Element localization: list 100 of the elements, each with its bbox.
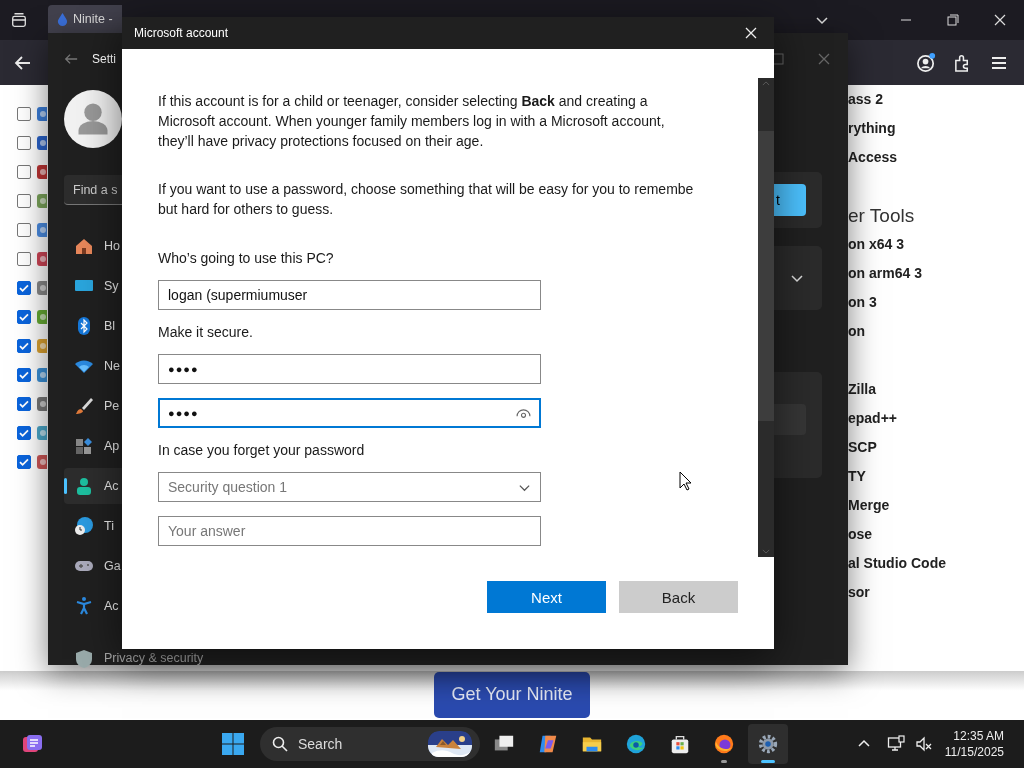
- checkbox[interactable]: [17, 338, 31, 353]
- nav-item[interactable]: Sy: [64, 268, 122, 304]
- app-name: TY: [848, 467, 867, 486]
- app-name: ass 2: [848, 90, 885, 109]
- field-label: Who’s going to use this PC?: [158, 250, 335, 266]
- app-name: Zilla: [848, 380, 877, 399]
- input-field[interactable]: logan (supermiumuser: [158, 280, 541, 310]
- input-field[interactable]: ●●●●: [158, 354, 541, 384]
- browser-tab[interactable]: Ninite -: [48, 5, 122, 33]
- swirl-icon: [625, 733, 647, 755]
- mouse-cursor-icon: [679, 471, 692, 491]
- app-name: on 3: [848, 293, 878, 312]
- checkbox[interactable]: [17, 396, 31, 411]
- nav-item[interactable]: Ac: [64, 588, 122, 624]
- search-field[interactable]: Search: [260, 727, 480, 761]
- start-icon[interactable]: [221, 732, 245, 756]
- app-icon: [36, 105, 47, 122]
- nav-item[interactable]: Ti: [64, 508, 122, 544]
- shield-icon: [74, 648, 94, 669]
- speaker-muted-icon[interactable]: [914, 735, 933, 753]
- monitor-icon[interactable]: [886, 735, 905, 753]
- drop-icon: [57, 12, 68, 26]
- nav-item[interactable]: Ga: [64, 548, 122, 584]
- nav-item[interactable]: Ho: [64, 228, 122, 264]
- gear-icon: [757, 733, 779, 755]
- scrollbar-thumb[interactable]: [758, 131, 774, 421]
- section-heading: er Tools: [848, 204, 916, 228]
- input-field[interactable]: Your answer: [158, 516, 541, 546]
- checkbox[interactable]: [17, 251, 31, 266]
- checkbox[interactable]: [17, 135, 31, 150]
- app-name: on x64 3: [848, 235, 906, 254]
- clock-date: 11/15/2025: [944, 744, 1004, 760]
- app-icon: [36, 424, 47, 441]
- paragraph: If this account is for a child or teenager, consider selecting Back and creating a Microsoft account. When younger family members log in with a Microsoft account, they’ll have privacy protections focused on their age.: [158, 92, 666, 151]
- window-title: Setti: [92, 52, 116, 66]
- app-name: al Studio Code: [848, 554, 946, 573]
- avatar: [64, 89, 122, 149]
- field-label: In case you forget your password: [158, 442, 366, 458]
- clock-icon: [74, 516, 94, 536]
- app-icon: [36, 366, 47, 383]
- app-icon: [36, 453, 47, 470]
- globe-icon: [713, 733, 735, 755]
- back-arrow-icon[interactable]: [14, 53, 32, 72]
- get-ninite-button[interactable]: Get Your Ninite: [434, 671, 590, 718]
- app-icon: [36, 221, 47, 238]
- app-name: rything: [848, 119, 897, 138]
- app-name: sor: [848, 583, 871, 602]
- next-button[interactable]: Next: [487, 581, 606, 613]
- app-name: epad++: [848, 409, 899, 428]
- nav-item[interactable]: Ac: [64, 468, 122, 504]
- app-icon: [36, 395, 47, 412]
- checkbox[interactable]: [17, 425, 31, 440]
- paragraph: If you want to use a password, choose something that will be easy for you to remembe but hard for others to guess.: [158, 180, 695, 219]
- app-icon: [36, 308, 47, 325]
- clock-time: 12:35 AM: [953, 728, 1004, 744]
- scrollbar[interactable]: [758, 78, 774, 557]
- app-name: on: [848, 322, 867, 341]
- person-icon: [74, 476, 94, 496]
- maximize-icon[interactable]: [946, 13, 960, 27]
- brush-icon: [74, 396, 94, 416]
- checkbox[interactable]: [17, 280, 31, 295]
- checkbox[interactable]: [17, 367, 31, 382]
- nav-item[interactable]: Pe: [64, 388, 122, 424]
- app-name: on arm64 3: [848, 264, 923, 283]
- nav-item[interactable]: Ne: [64, 348, 122, 384]
- back-button[interactable]: Back: [619, 581, 738, 613]
- eye-icon[interactable]: [516, 407, 531, 419]
- panel-button[interactable]: t: [774, 184, 806, 216]
- app-icon: [36, 250, 47, 267]
- checkbox[interactable]: [17, 164, 31, 179]
- accessibility-icon: [74, 596, 94, 616]
- nav-item[interactable]: Ap: [64, 428, 122, 464]
- nav-item[interactable]: Privacy & security: [64, 651, 348, 666]
- app-icon: [36, 279, 47, 296]
- apps-icon: [74, 436, 94, 456]
- search-field[interactable]: Find a s: [64, 175, 122, 205]
- app-icon: [36, 337, 47, 354]
- taskbar-button[interactable]: [748, 724, 788, 764]
- maximize-icon[interactable]: [772, 53, 784, 65]
- shopping-bag-icon: [669, 733, 691, 755]
- account-icon[interactable]: [916, 52, 937, 73]
- checkbox[interactable]: [17, 222, 31, 237]
- app-icon: [36, 192, 47, 209]
- app-name: Access: [848, 148, 899, 167]
- tab-list-icon[interactable]: [10, 11, 28, 29]
- search-icon: [272, 736, 288, 752]
- checkbox[interactable]: [17, 193, 31, 208]
- ribbon-icon: [537, 733, 559, 755]
- input-field[interactable]: ●●●●: [158, 398, 541, 428]
- dialog-title: Microsoft account: [134, 26, 230, 40]
- field-label: Make it secure.: [158, 324, 254, 340]
- nav-item[interactable]: Bl: [64, 308, 122, 344]
- checkbox[interactable]: [17, 309, 31, 324]
- checkbox[interactable]: [17, 106, 31, 121]
- dropdown[interactable]: Security question 1: [158, 472, 541, 502]
- checkbox[interactable]: [17, 454, 31, 469]
- app-name: SCP: [848, 438, 878, 457]
- app-icon: [36, 134, 47, 151]
- app-name: Merge: [848, 496, 891, 515]
- app-icon: [36, 163, 47, 180]
